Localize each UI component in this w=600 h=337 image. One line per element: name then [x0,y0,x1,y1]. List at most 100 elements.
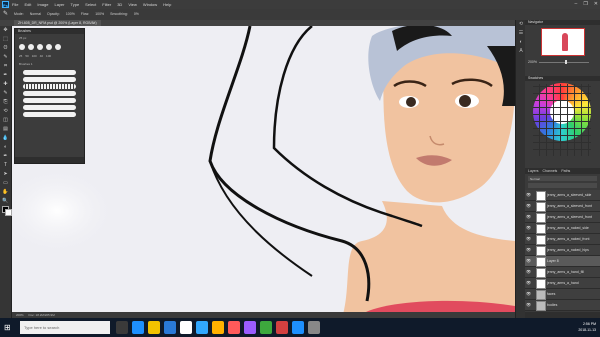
brush-tool-icon[interactable]: ✎ [3,11,10,18]
hand-tool-icon[interactable]: ✋ [0,188,11,197]
visibility-eye-icon[interactable]: 👁 [526,247,531,252]
layer-group-row[interactable]: 👁 faces [525,289,600,300]
tray-date[interactable]: 2018-11-13 [578,327,596,333]
blur-tool-icon[interactable]: 💧 [0,134,11,143]
heal-brush-icon[interactable]: ✚ [0,80,11,89]
mode-select[interactable]: Normal [30,12,41,16]
layer-row[interactable]: 👁 Layer 8 [525,256,600,267]
menu-edit[interactable]: Edit [24,2,31,7]
visibility-eye-icon[interactable]: 👁 [526,192,531,197]
maximize-button[interactable]: ❐ [583,1,587,7]
tab-paths[interactable]: Paths [561,168,570,174]
brush-stroke-preview[interactable] [23,77,76,82]
history-brush-icon[interactable]: ⟲ [0,107,11,116]
move-tool-icon[interactable]: ✥ [0,26,11,35]
marquee-tool-icon[interactable]: ⬚ [0,35,11,44]
brush-tool-icon[interactable]: ✎ [0,89,11,98]
brush-stroke-preview[interactable] [23,91,76,96]
type-tool-icon[interactable]: T [0,161,11,170]
taskbar-search[interactable]: Type here to search [20,321,110,334]
eraser-tool-icon[interactable]: ◫ [0,116,11,125]
windows-start-icon[interactable]: ⊞ [4,323,13,332]
taskbar-app-icon[interactable] [212,321,224,334]
layer-row[interactable]: 👁 jenny_arms_a_naked_front [525,234,600,245]
menu-view[interactable]: View [128,2,137,7]
brush-stroke-preview[interactable] [23,105,76,110]
visibility-eye-icon[interactable]: 👁 [526,203,531,208]
minimize-button[interactable]: – [575,1,578,7]
blend-mode-select[interactable]: Normal [528,176,597,181]
opacity-input[interactable]: 100% [66,12,75,16]
tab-layers[interactable]: Layers [528,168,539,174]
zoom-tool-icon[interactable]: 🔍 [0,197,11,206]
menu-image[interactable]: Image [37,2,48,7]
brush-preset-dot[interactable] [46,44,52,50]
navigator-thumbnail[interactable] [541,28,585,56]
layer-row[interactable]: 👁 jenny_arms_a_sleeved_side [525,190,600,201]
menu-select[interactable]: Select [85,2,96,7]
status-zoom[interactable]: 200% [16,313,24,317]
quick-select-icon[interactable]: ✎ [0,53,11,62]
tab-channels[interactable]: Channels [543,168,558,174]
navigator-zoom-slider[interactable] [539,62,589,63]
background-color-swatch[interactable] [5,209,12,216]
layer-lock-row[interactable] [528,183,597,188]
swatch-grid[interactable] [533,84,591,156]
path-select-icon[interactable]: ➤ [0,170,11,179]
visibility-eye-icon[interactable]: 👁 [526,280,531,285]
taskbar-app-icon[interactable] [308,321,320,334]
brush-stroke-preview[interactable] [23,112,76,117]
layer-row[interactable]: 👁 jenny_arms_a_naked_side [525,223,600,234]
flow-input[interactable]: 100% [95,12,104,16]
brush-stroke-preview[interactable] [23,84,76,89]
visibility-eye-icon[interactable]: 👁 [526,269,531,274]
taskbar-app-icon[interactable] [116,321,128,334]
eyedropper-icon[interactable]: ✒ [0,71,11,80]
taskbar-app-icon[interactable] [180,321,192,334]
visibility-eye-icon[interactable]: 👁 [526,302,531,307]
navigator-zoom-knob[interactable] [565,60,567,64]
layer-row[interactable]: 👁 jenny_arms_a_hand_fill [525,267,600,278]
layer-group-row[interactable]: 👁 bodies [525,300,600,311]
taskbar-app-icon[interactable] [292,321,304,334]
visibility-eye-icon[interactable]: 👁 [526,291,531,296]
visibility-eye-icon[interactable]: 👁 [526,236,531,241]
brush-stroke-preview[interactable] [23,98,76,103]
layer-row[interactable]: 👁 jenny_arms_a_naked_hips [525,245,600,256]
taskbar-app-icon[interactable] [276,321,288,334]
dodge-tool-icon[interactable]: ◐ [0,143,11,152]
menu-3d[interactable]: 3D [117,2,122,7]
navigator-zoom[interactable]: 200% [528,60,537,64]
smoothing-input[interactable]: 0% [134,12,139,16]
layer-row[interactable]: 👁 jenny_arms_a_sleeved_front [525,201,600,212]
taskbar-app-icon[interactable] [196,321,208,334]
lasso-tool-icon[interactable]: ʘ [0,44,11,53]
brush-preset-dot[interactable] [28,44,34,50]
taskbar-app-icon[interactable] [148,321,160,334]
menu-help[interactable]: Help [163,2,171,7]
taskbar-app-icon[interactable] [132,321,144,334]
layer-row[interactable]: 👁 jenny_arms_a_sleeved_front [525,212,600,223]
brush-preset-dot[interactable] [55,44,61,50]
taskbar-app-icon[interactable] [260,321,272,334]
pen-tool-icon[interactable]: ✒ [0,152,11,161]
menu-filter[interactable]: Filter [102,2,111,7]
close-button[interactable]: ✕ [594,1,598,7]
gradient-tool-icon[interactable]: ▤ [0,125,11,134]
brush-stroke-preview[interactable] [23,70,76,75]
layer-row[interactable]: 👁 jenny_arms_a_hand [525,278,600,289]
document-canvas[interactable] [12,26,515,318]
brush-preset-dot[interactable] [37,44,43,50]
brush-preset-dot[interactable] [19,44,25,50]
menu-file[interactable]: File [12,2,18,7]
visibility-eye-icon[interactable]: 👁 [526,258,531,263]
brush-size-value[interactable]: 25 px [19,36,26,40]
menu-layer[interactable]: Layer [54,2,64,7]
shape-tool-icon[interactable]: ▭ [0,179,11,188]
taskbar-app-icon[interactable] [244,321,256,334]
menu-type[interactable]: Type [71,2,80,7]
crop-tool-icon[interactable]: ⌗ [0,62,11,71]
stamp-tool-icon[interactable]: ⎘ [0,98,11,107]
taskbar-app-icon[interactable] [164,321,176,334]
brush-group-label[interactable]: Brushes 1 [19,62,33,66]
